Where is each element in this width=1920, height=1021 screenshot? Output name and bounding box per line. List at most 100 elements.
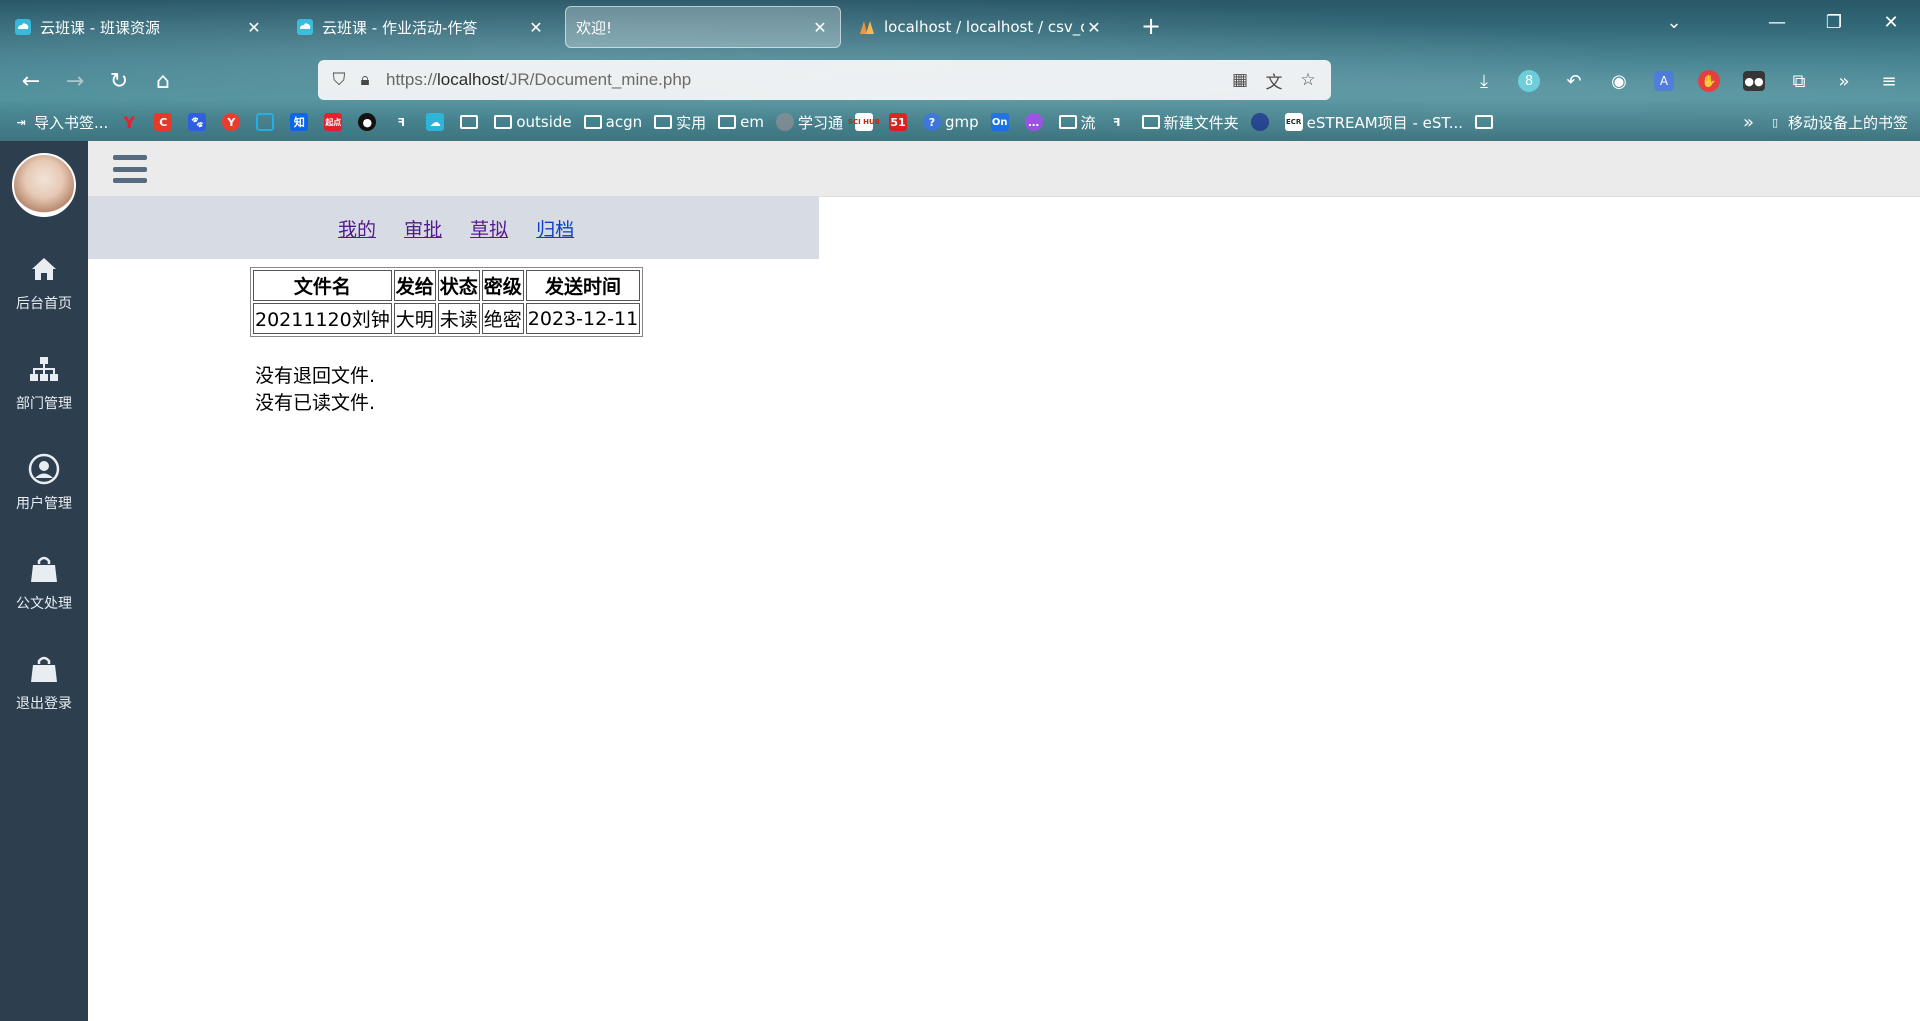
restore-button[interactable]: ❐ (1819, 12, 1849, 33)
bookmark-scihub[interactable]: SCI HUB (848, 113, 880, 131)
tab-title: 云班课 - 班课资源 (40, 18, 160, 37)
import-icon: ⇥ (16, 115, 26, 129)
bookmark-c[interactable]: C (154, 113, 176, 131)
bookmark-on[interactable]: On (990, 113, 1013, 131)
tab-title: localhost / localhost / csv_db (884, 18, 1084, 36)
bilibili-icon (256, 113, 275, 131)
bookmark-gmp[interactable]: ? gmp (922, 113, 979, 131)
extension-icon[interactable]: ◉ (1606, 68, 1632, 94)
bookmark-xuexitong[interactable]: 学习通 (775, 112, 843, 133)
tampermonkey-icon[interactable]: ●● (1741, 68, 1767, 94)
bookmark-yandex[interactable]: Y (120, 113, 142, 132)
help-icon: ? (922, 113, 941, 131)
star-icon[interactable]: ☆ (1295, 67, 1321, 93)
bookmark-51[interactable]: 51 (888, 113, 911, 131)
link-draft[interactable]: 草拟 (470, 219, 508, 241)
close-window-button[interactable]: ✕ (1876, 12, 1906, 33)
sidebar-item-documents[interactable]: 公文处理 (0, 549, 88, 613)
cell-sent-time: 2023-12-11 (525, 303, 641, 334)
link-mine[interactable]: 我的 (338, 219, 376, 241)
mobile-bookmarks[interactable]: ▯ 移动设备上的书签 (1766, 112, 1908, 133)
bookmark-zhihu[interactable]: 知 (290, 113, 312, 131)
menu-icon[interactable]: ≡ (1876, 68, 1902, 94)
cell-classification: 绝密 (481, 303, 524, 334)
chat-icon: … (1024, 113, 1043, 131)
tab-title: 欢迎! (576, 18, 613, 37)
folder-icon (654, 115, 673, 129)
page-viewport: 后台首页 部门管理 用户管理 公文处理 退出登录 我的 审批 草拟 归档 文件名… (0, 141, 1920, 1021)
bookmark-new-folder[interactable]: 新建文件夹 (1141, 112, 1239, 133)
github-icon: ● (358, 113, 377, 131)
bookmarks-overflow-icon[interactable]: » (1743, 112, 1754, 133)
shield-icon[interactable]: ⛉ (326, 67, 352, 93)
puzzle-icon[interactable]: ⧉ (1786, 68, 1812, 94)
script-icon: ꟻ (397, 115, 406, 129)
sidebar-item-label: 公文处理 (16, 596, 72, 612)
bookmark-script[interactable]: ꟻ (392, 113, 414, 131)
extension-badge-icon[interactable]: 8 (1516, 68, 1542, 94)
minimize-button[interactable]: — (1762, 12, 1792, 33)
table-row[interactable]: 20211120刘钟 大明 未读 绝密 2023-12-11 (253, 303, 641, 334)
bookmark-em[interactable]: em (718, 113, 764, 131)
bookmark-chat[interactable]: … (1024, 113, 1047, 131)
close-icon[interactable]: ✕ (526, 18, 546, 37)
sidebar-item-users[interactable]: 用户管理 (0, 449, 88, 513)
bookmark-folder-last[interactable] (1475, 115, 1497, 129)
bookmark-estream[interactable]: ECR eSTREAM项目 - eST... (1284, 112, 1463, 133)
bookmark-shiyong[interactable]: 实用 (654, 112, 706, 133)
bookmark-cloud[interactable]: ☁ (426, 113, 448, 131)
adblock-icon[interactable]: ✋ (1696, 68, 1722, 94)
bookmark-import[interactable]: ⇥ 导入书签... (12, 112, 108, 133)
bookmark-qidian[interactable]: 起点 (324, 113, 346, 131)
close-icon[interactable]: ✕ (1084, 18, 1104, 37)
translate-icon[interactable]: 文 (1261, 67, 1287, 93)
folder-icon (1475, 115, 1494, 129)
new-tab-button[interactable]: + (1137, 12, 1165, 40)
sidebar-item-departments[interactable]: 部门管理 (0, 349, 88, 413)
home-button[interactable]: ⌂ (148, 66, 178, 96)
reload-button[interactable]: ↻ (104, 66, 134, 96)
bookmark-globe[interactable] (1250, 113, 1273, 131)
bookmark-folder[interactable] (460, 115, 482, 129)
overflow-chevron-icon[interactable]: » (1831, 68, 1857, 94)
sidebar-item-label: 退出登录 (16, 696, 72, 712)
bookmark-script-2[interactable]: ꟻ (1108, 113, 1130, 131)
translate-extension-icon[interactable]: A (1651, 68, 1677, 94)
tab-phpmyadmin[interactable]: localhost / localhost / csv_db ✕ (848, 6, 1114, 48)
chevron-down-icon[interactable]: ⌄ (1659, 12, 1689, 33)
back-button[interactable]: ← (16, 66, 46, 96)
bookmark-github[interactable]: ● (358, 113, 380, 131)
lock-icon[interactable]: 🔒︎ (352, 67, 378, 93)
close-icon[interactable]: ✕ (810, 18, 830, 37)
tab-yunbanke-resources[interactable]: 云班课 - 班课资源 ✕ (4, 6, 274, 48)
browser-chrome: 云班课 - 班课资源 ✕ 云班课 - 作业活动-作答 ✕ 欢迎! ✕ local… (0, 0, 1920, 141)
link-archive[interactable]: 归档 (536, 219, 574, 241)
bookmark-liu[interactable]: 流 (1058, 112, 1096, 133)
forward-button[interactable]: → (60, 66, 90, 96)
tab-yunbanke-homework[interactable]: 云班课 - 作业活动-作答 ✕ (286, 6, 556, 48)
close-icon[interactable]: ✕ (244, 18, 264, 37)
qr-code-icon[interactable]: ▦ (1227, 67, 1253, 93)
hamburger-menu-icon[interactable] (113, 155, 147, 183)
no-read-message: 没有已读文件. (255, 392, 376, 414)
sidebar-item-logout[interactable]: 退出登录 (0, 649, 88, 713)
c-icon: C (154, 113, 173, 131)
bookmark-y[interactable]: Y (222, 113, 244, 131)
sidebar-item-dashboard[interactable]: 后台首页 (0, 249, 88, 313)
cloud-icon (14, 18, 32, 36)
table-header-row: 文件名 发给 状态 密级 发送时间 (253, 270, 641, 301)
bookmark-outside[interactable]: outside (494, 113, 572, 131)
tab-welcome[interactable]: 欢迎! ✕ (565, 6, 841, 48)
column-header: 发送时间 (525, 270, 641, 301)
undo-icon[interactable]: ↶ (1561, 68, 1587, 94)
download-icon[interactable]: ⤓ (1471, 68, 1497, 94)
bag-icon (0, 549, 88, 589)
bookmark-acgn[interactable]: acgn (583, 113, 642, 131)
column-header: 发给 (393, 270, 436, 301)
bookmark-baidu[interactable]: 🐾︎ (188, 113, 210, 131)
link-approve[interactable]: 审批 (404, 219, 442, 241)
avatar[interactable] (12, 153, 76, 217)
bookmark-bilibili[interactable] (256, 113, 278, 131)
url-bar[interactable]: ⛉ 🔒︎ https://localhost/JR/Document_mine.… (318, 60, 1331, 100)
url-text[interactable]: https://localhost/JR/Document_mine.php (386, 70, 691, 90)
